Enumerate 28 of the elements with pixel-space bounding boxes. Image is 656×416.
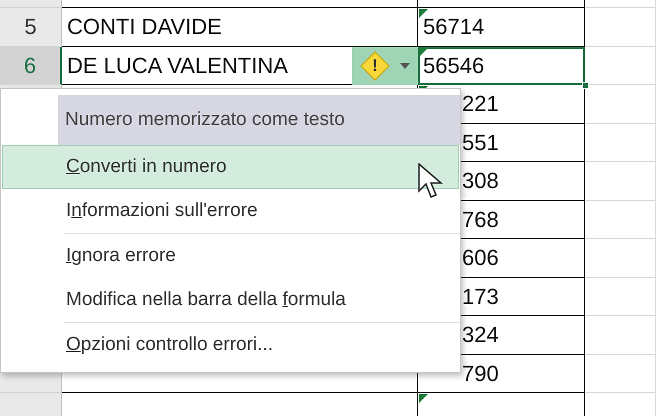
table-cell-text: DE LUCA VALENTINA [67, 52, 288, 80]
menu-item[interactable]: Modifica nella barra della formula [2, 278, 459, 322]
row-header[interactable] [0, 0, 62, 8]
table-cell-text: 790 [462, 360, 499, 388]
menu-item[interactable]: Informazioni sull'errore [2, 189, 459, 233]
empty-cell[interactable] [418, 0, 585, 8]
table-cell-text: 324 [462, 321, 499, 350]
menu-item[interactable]: Opzioni controllo errori... [2, 323, 459, 367]
table-cell-text: 308 [462, 167, 499, 196]
table-cell-text: 173 [462, 282, 499, 311]
table-cell-text: CONTI DAVIDE [67, 13, 222, 42]
warning-icon: ! [360, 51, 390, 81]
row-header[interactable]: 6 [0, 46, 62, 85]
table-cell-text: 56546 [423, 52, 484, 80]
mouse-pointer-icon [418, 163, 446, 201]
table-cell-text: 768 [462, 206, 499, 234]
table-cell-text: 56714 [423, 13, 484, 42]
table-cell-text: 606 [462, 244, 499, 272]
active-cell[interactable]: 56546 [418, 46, 585, 85]
table-cell-text: 551 [462, 128, 499, 157]
fill-handle[interactable] [582, 82, 589, 89]
caret-icon [400, 63, 410, 69]
row-header[interactable]: 5 [0, 8, 62, 46]
table-cell-text: 221 [462, 90, 499, 118]
menu-title: Numero memorizzato come testo [58, 95, 460, 145]
menu-item[interactable]: Ignora errore [2, 234, 459, 278]
error-options-button[interactable]: ! [352, 47, 418, 85]
menu-item[interactable]: Converti in numero [2, 145, 459, 189]
